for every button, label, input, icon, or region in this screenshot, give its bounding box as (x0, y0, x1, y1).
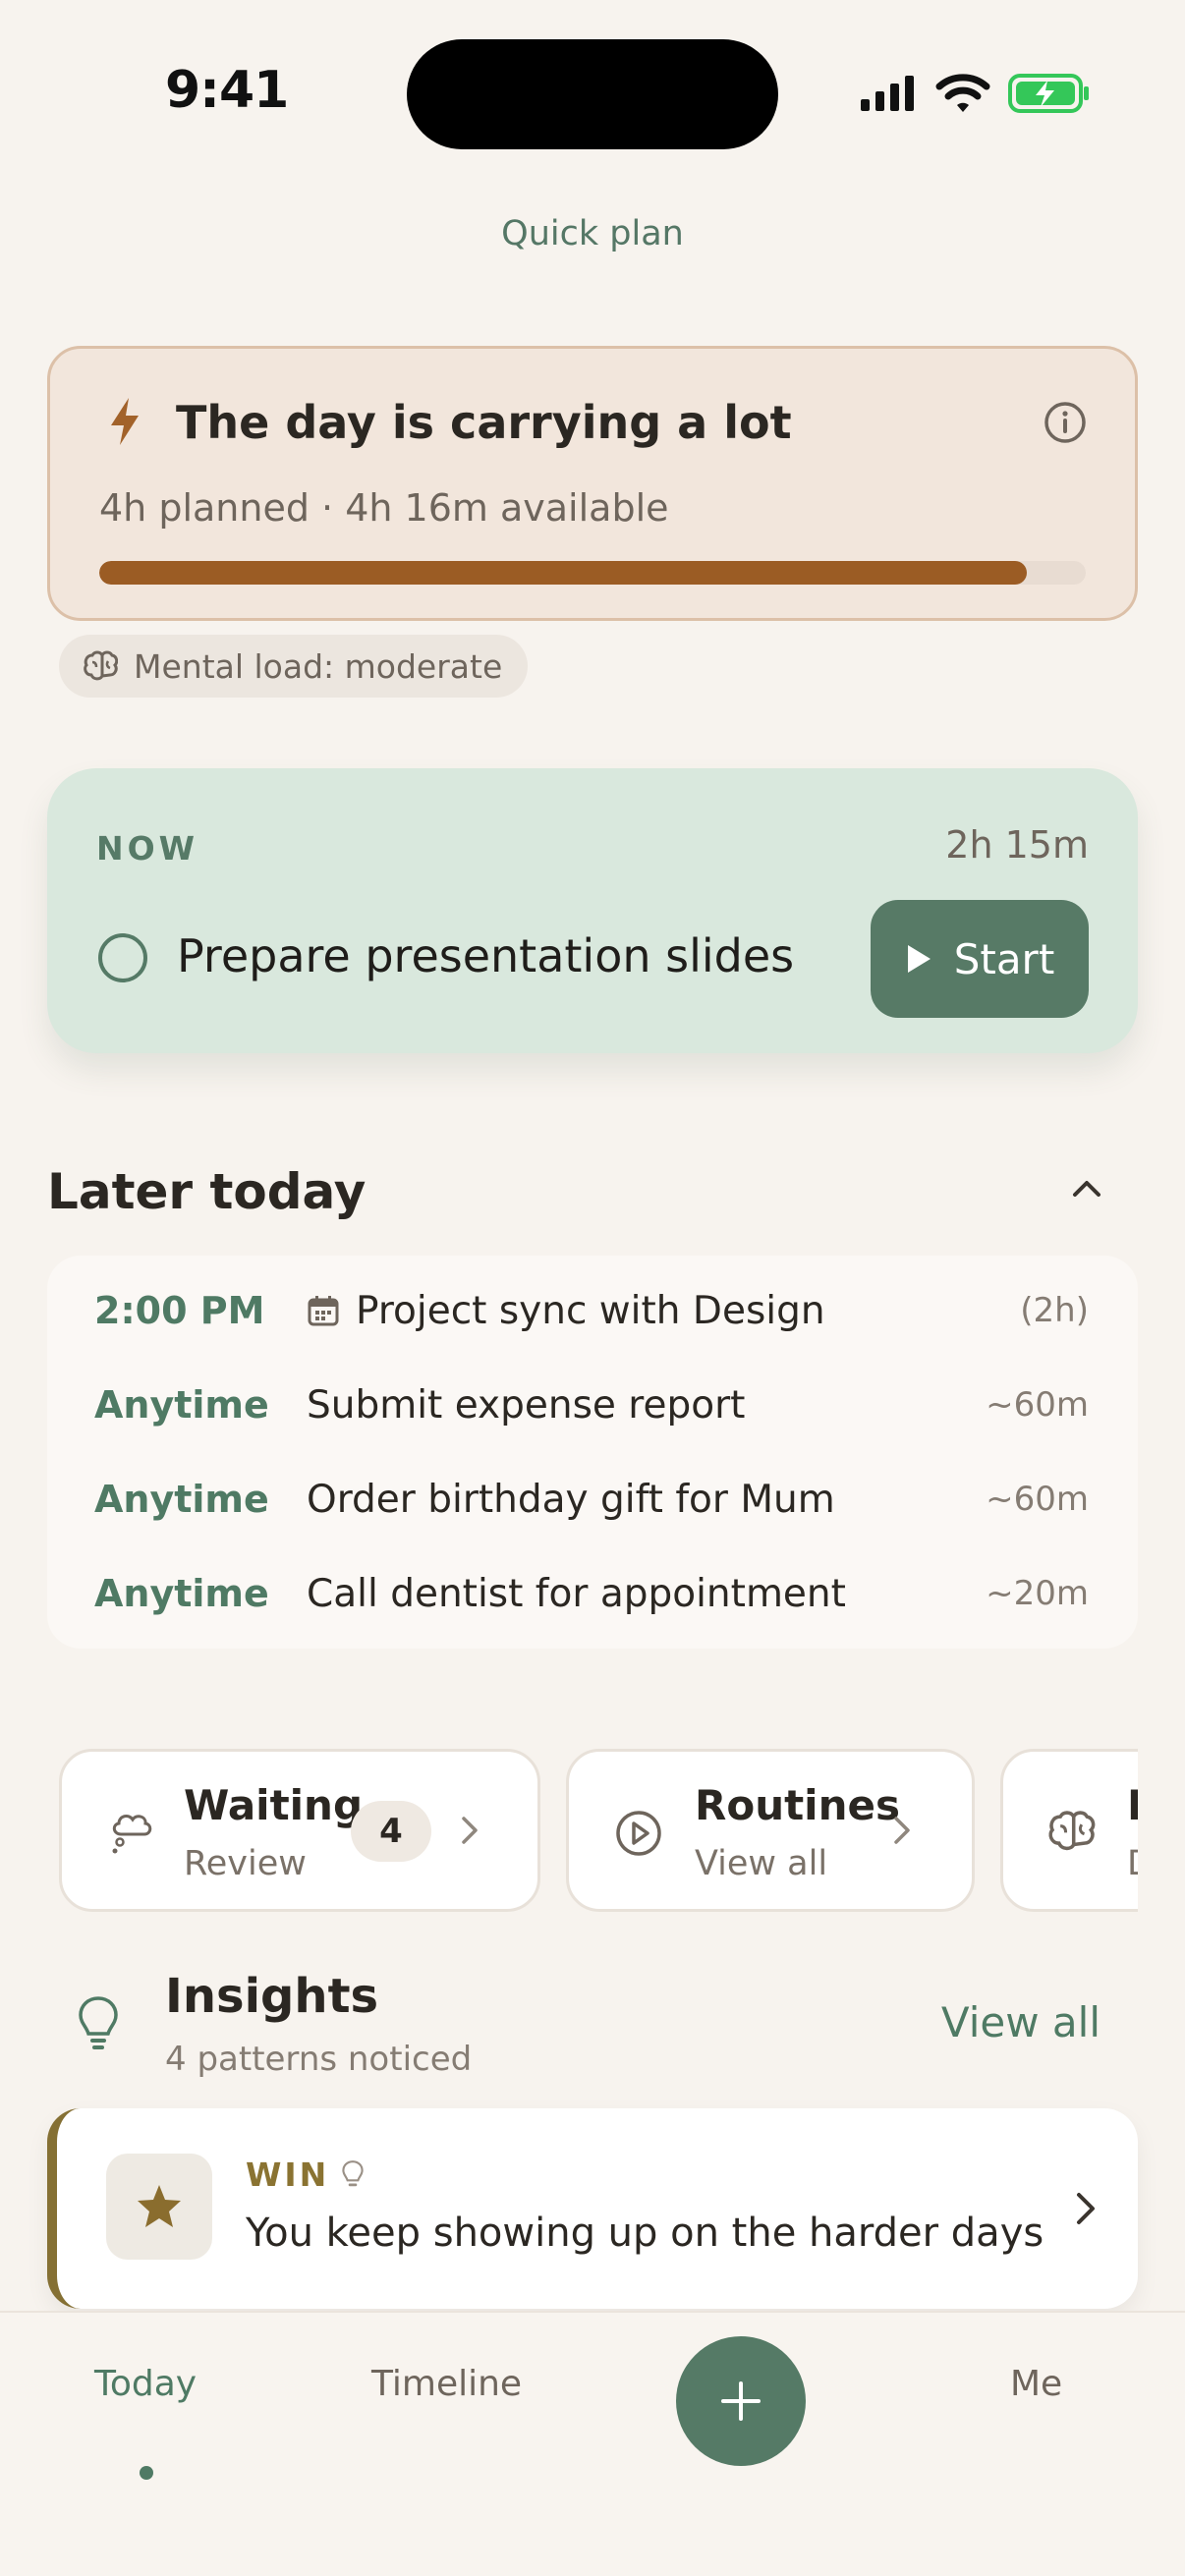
win-text: You keep showing up on the harder days (246, 2211, 1044, 2256)
status-icons (859, 73, 1091, 114)
win-insight-card[interactable]: WIN You keep showing up on the harder da… (47, 2108, 1138, 2309)
list-item[interactable]: Anytime Call dentist for appointment ~20… (47, 1546, 1138, 1641)
win-label: WIN (246, 2156, 330, 2194)
tab-today[interactable]: Today (94, 2364, 197, 2404)
chip-subtitle: Review (184, 1844, 307, 1883)
signal-icon (861, 76, 914, 111)
chevron-right-icon (1077, 2193, 1095, 2224)
load-progress-fill (99, 561, 1027, 585)
insights-view-all-link[interactable]: View all (941, 1998, 1100, 2046)
now-duration: 2h 15m (945, 823, 1089, 867)
tab-bar: Today Timeline Me (0, 2311, 1185, 2576)
list-item[interactable]: 2:00 PM Project sync with Design (2h) (47, 1263, 1138, 1358)
chip-title: L (1127, 1781, 1138, 1829)
chip-title: Waiting (184, 1781, 364, 1829)
page-title[interactable]: Quick plan (0, 214, 1185, 253)
item-duration: ~60m (986, 1480, 1089, 1519)
play-icon (907, 945, 931, 973)
chevron-up-icon[interactable] (1069, 1177, 1104, 1201)
list-item[interactable]: Anytime Order birthday gift for Mum ~60m (47, 1452, 1138, 1546)
tab-timeline[interactable]: Timeline (371, 2364, 522, 2404)
active-tab-indicator (140, 2466, 153, 2480)
list-item[interactable]: Anytime Submit expense report ~60m (47, 1358, 1138, 1452)
item-time: Anytime (94, 1478, 269, 1521)
item-time: Anytime (94, 1383, 269, 1427)
dynamic-island (407, 39, 778, 149)
mental-chip[interactable]: L D (1000, 1749, 1138, 1912)
chevron-right-icon (894, 1817, 910, 1844)
item-task: Submit expense report (307, 1382, 746, 1428)
play-circle-icon (616, 1811, 661, 1856)
calendar-icon (308, 1296, 339, 1326)
battery-charging-icon (1008, 74, 1089, 113)
item-time: Anytime (94, 1572, 269, 1615)
start-button[interactable]: Start (871, 900, 1089, 1018)
now-label: NOW (96, 829, 199, 868)
load-title: The day is carrying a lot (176, 396, 792, 449)
later-today-list: 2:00 PM Project sync with Design (2h) An… (47, 1256, 1138, 1649)
item-duration: ~20m (986, 1574, 1089, 1613)
task-checkbox[interactable] (98, 933, 147, 982)
brain-icon (1048, 1811, 1096, 1851)
item-task: Order birthday gift for Mum (307, 1477, 835, 1522)
day-load-card[interactable]: The day is carrying a lot 4h planned · 4… (47, 346, 1138, 621)
bolt-icon (111, 398, 139, 445)
later-today-title: Later today (47, 1163, 367, 1220)
load-summary: 4h planned · 4h 16m available (99, 486, 669, 530)
routines-chip[interactable]: Routines View all (566, 1749, 975, 1912)
wifi-icon (935, 74, 990, 112)
now-card[interactable]: NOW 2h 15m Prepare presentation slides S… (47, 768, 1138, 1053)
plus-icon (721, 2381, 761, 2421)
chip-subtitle: D (1127, 1844, 1138, 1883)
chevron-right-icon (462, 1817, 478, 1844)
info-icon[interactable] (1043, 400, 1088, 445)
now-task-title: Prepare presentation slides (177, 929, 795, 982)
thought-cloud-icon (112, 1815, 152, 1854)
item-task: Call dentist for appointment (307, 1571, 846, 1616)
item-time: 2:00 PM (94, 1289, 265, 1332)
add-button[interactable] (676, 2336, 806, 2466)
chip-subtitle: View all (695, 1844, 828, 1883)
tab-me[interactable]: Me (1010, 2364, 1062, 2404)
item-task: Project sync with Design (356, 1288, 825, 1333)
chip-title: Routines (695, 1781, 900, 1829)
mental-load-pill[interactable]: Mental load: moderate (59, 635, 529, 698)
item-duration: (2h) (1020, 1291, 1089, 1330)
star-icon (138, 2185, 181, 2227)
item-duration: ~60m (986, 1385, 1089, 1425)
brain-icon (84, 650, 118, 681)
lightbulb-small-icon (342, 2159, 364, 2186)
lightbulb-icon (79, 1996, 118, 2049)
status-time: 9:41 (165, 61, 289, 120)
waiting-count-badge: 4 (351, 1801, 431, 1862)
waiting-chip[interactable]: Waiting Review 4 (59, 1749, 540, 1912)
win-badge (106, 2154, 212, 2260)
load-progress-bar (99, 561, 1086, 585)
start-label: Start (953, 934, 1055, 983)
mental-load-label: Mental load: moderate (134, 646, 503, 686)
insights-title: Insights (165, 1969, 379, 2024)
insights-subtitle: 4 patterns noticed (165, 2040, 473, 2079)
